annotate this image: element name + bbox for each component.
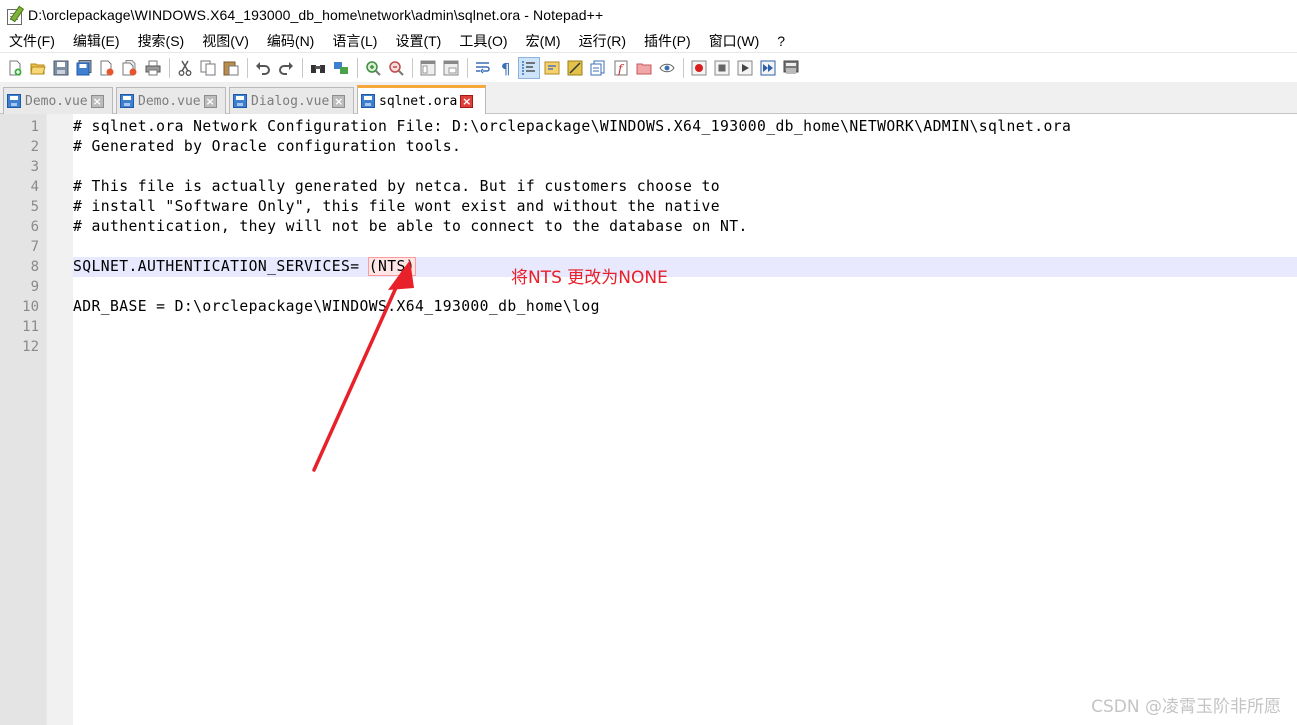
csdn-watermark: CSDN @凌霄玉阶非所愿: [1091, 697, 1281, 717]
red-arrow-annotation: [312, 260, 414, 472]
